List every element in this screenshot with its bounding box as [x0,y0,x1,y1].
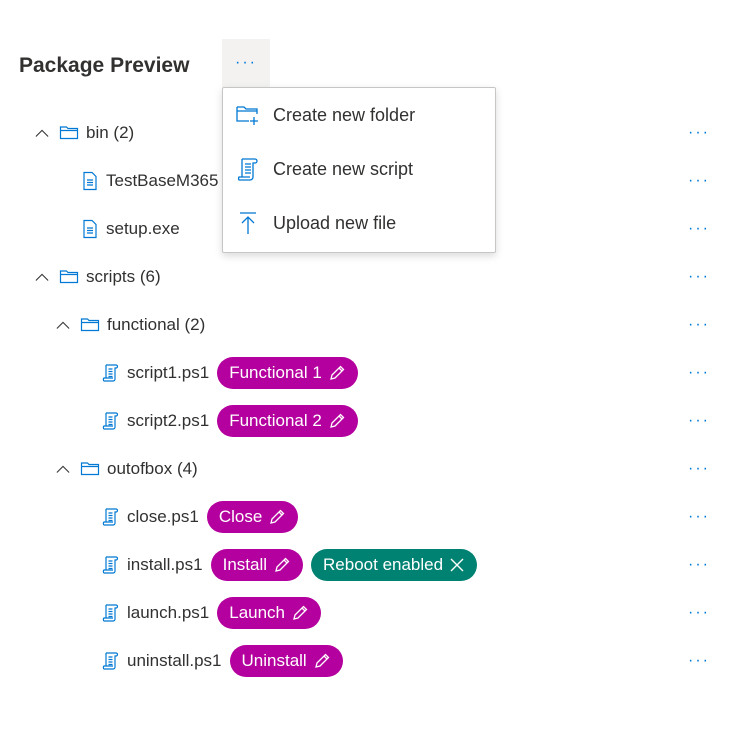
tree-item-label-group: outofbox (4) [107,459,198,479]
tree-item-label-group: install.ps1 Install Reboot enabled [127,549,478,581]
menu-item-upload-file[interactable]: Upload new file [223,196,495,250]
script-tag[interactable]: Close [206,501,299,533]
tree-item-label-group: script2.ps1 Functional 2 [127,405,358,437]
tree-row[interactable]: outofbox (4) ··· [0,445,743,493]
tree-row[interactable]: scripts (6) ··· [0,253,743,301]
file-icon [80,219,100,239]
pencil-icon[interactable] [273,556,291,574]
row-more-button[interactable]: ··· [688,124,710,142]
tree-item-label[interactable]: outofbox (4) [107,459,198,479]
tree-item-label-group: launch.ps1 Launch [127,597,322,629]
tree-item-label[interactable]: functional (2) [107,315,205,335]
folder-icon [80,315,100,335]
tree-item-label-group: setup.exe [106,219,180,239]
tree-row[interactable]: install.ps1 Install Reboot enabled ··· [0,541,743,589]
tree-row[interactable]: script2.ps1 Functional 2 ··· [0,397,743,445]
pencil-icon[interactable] [328,364,346,382]
tree-row[interactable]: functional (2) ··· [0,301,743,349]
close-icon[interactable] [449,557,465,573]
tag-label: Launch [229,603,286,622]
tree-item-label[interactable]: script2.ps1 [127,411,209,431]
page-title: Package Preview [19,54,190,77]
tree-item-label-group: functional (2) [107,315,205,335]
tree-item-label-group: uninstall.ps1 Uninstall [127,645,343,677]
row-more-button[interactable]: ··· [688,220,710,238]
script-icon [101,555,121,575]
tree-row[interactable]: uninstall.ps1 Uninstall ··· [0,637,743,685]
script-tag[interactable]: Install [210,549,304,581]
menu-item-label: Upload new file [273,212,397,233]
row-more-button[interactable]: ··· [688,268,710,286]
tree-item-label[interactable]: launch.ps1 [127,603,209,623]
tree-item-label[interactable]: script1.ps1 [127,363,209,383]
pencil-icon[interactable] [291,604,309,622]
script-icon [101,411,121,431]
chevron-up-icon[interactable] [35,270,49,284]
row-more-button[interactable]: ··· [688,364,710,382]
tree-item-label-group: TestBaseM365 [106,171,218,191]
row-more-button[interactable]: ··· [688,172,710,190]
script-icon [101,363,121,383]
row-more-button[interactable]: ··· [688,508,710,526]
pencil-icon[interactable] [313,652,331,670]
tree-item-label[interactable]: scripts (6) [86,267,161,287]
tag-label: Functional 1 [229,363,322,382]
script-tag[interactable]: Uninstall [229,645,343,677]
menu-item-create-script[interactable]: Create new script [223,142,495,196]
chevron-up-icon[interactable] [56,318,70,332]
row-more-button[interactable]: ··· [688,316,710,334]
tree-row[interactable]: launch.ps1 Launch ··· [0,589,743,637]
tree-item-label[interactable]: uninstall.ps1 [127,651,222,671]
row-more-button[interactable]: ··· [688,604,710,622]
reboot-tag[interactable]: Reboot enabled [311,549,478,581]
tree-item-label[interactable]: setup.exe [106,219,180,239]
more-options-button[interactable]: ··· [222,39,270,87]
tree-item-label-group: scripts (6) [86,267,161,287]
folder-icon [59,267,79,287]
tag-label: Close [218,507,263,526]
tree-item-label-group: script1.ps1 Functional 1 [127,357,358,389]
folder-icon [59,123,79,143]
script-icon [101,603,121,623]
tree-row[interactable]: script1.ps1 Functional 1 ··· [0,349,743,397]
pencil-icon[interactable] [268,508,286,526]
file-icon [80,171,100,191]
tree-item-label-group: bin (2) [86,123,134,143]
tree-item-label-group: close.ps1 Close [127,501,299,533]
folder-icon [80,459,100,479]
tag-label: Uninstall [241,651,307,670]
tag-label: Install [222,555,268,574]
script-tag[interactable]: Functional 1 [217,357,358,389]
tree-row[interactable]: close.ps1 Close ··· [0,493,743,541]
tree-item-label[interactable]: close.ps1 [127,507,199,527]
script-icon [237,158,258,181]
chevron-up-icon[interactable] [35,126,49,140]
script-tag[interactable]: Launch [217,597,322,629]
chevron-up-icon[interactable] [56,462,70,476]
tag-label: Functional 2 [229,411,322,430]
row-more-button[interactable]: ··· [688,412,710,430]
menu-item-label: Create new folder [273,104,416,125]
context-menu: Create new folder Create new script Uplo… [222,87,496,253]
script-icon [101,651,121,671]
upload-icon [240,212,256,234]
row-more-button[interactable]: ··· [688,556,710,574]
menu-item-label: Create new script [273,158,414,179]
tag-label: Reboot enabled [323,555,444,574]
tree-item-label[interactable]: install.ps1 [127,555,203,575]
menu-item-create-folder[interactable]: Create new folder [223,88,495,142]
folder-add-icon [236,106,258,125]
script-icon [101,507,121,527]
row-more-button[interactable]: ··· [688,652,710,670]
tree-item-label[interactable]: bin (2) [86,123,134,143]
script-tag[interactable]: Functional 2 [217,405,358,437]
row-more-button[interactable]: ··· [688,460,710,478]
tree-item-label[interactable]: TestBaseM365 [106,171,218,191]
pencil-icon[interactable] [328,412,346,430]
